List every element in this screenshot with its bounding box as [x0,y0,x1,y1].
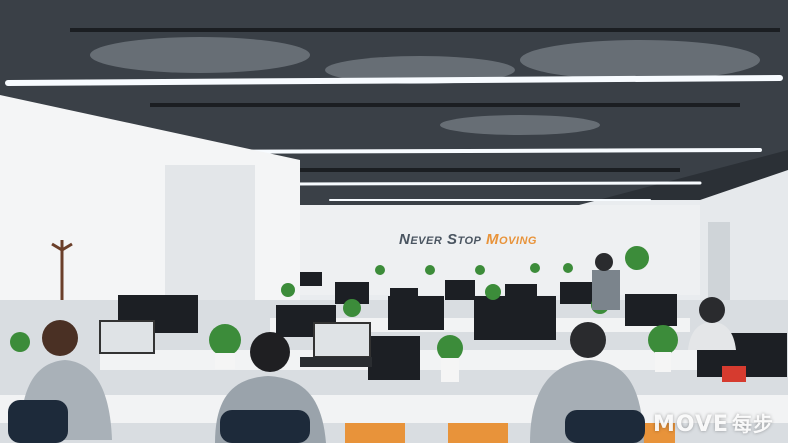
watermark-chinese: 每步 [732,412,774,436]
slogan-part2: Moving [486,231,537,248]
watermark-brand: MOVE [652,412,729,437]
wall-slogan: Never Stop Moving [399,231,537,248]
slogan-part1: Never Stop [399,231,487,248]
column [165,165,255,315]
red-item [722,366,746,382]
office-photo: Never Stop Moving MOVE 每步 [0,0,788,443]
brand-watermark: MOVE 每步 [653,408,774,437]
office-scene [0,0,788,443]
door [708,222,730,302]
